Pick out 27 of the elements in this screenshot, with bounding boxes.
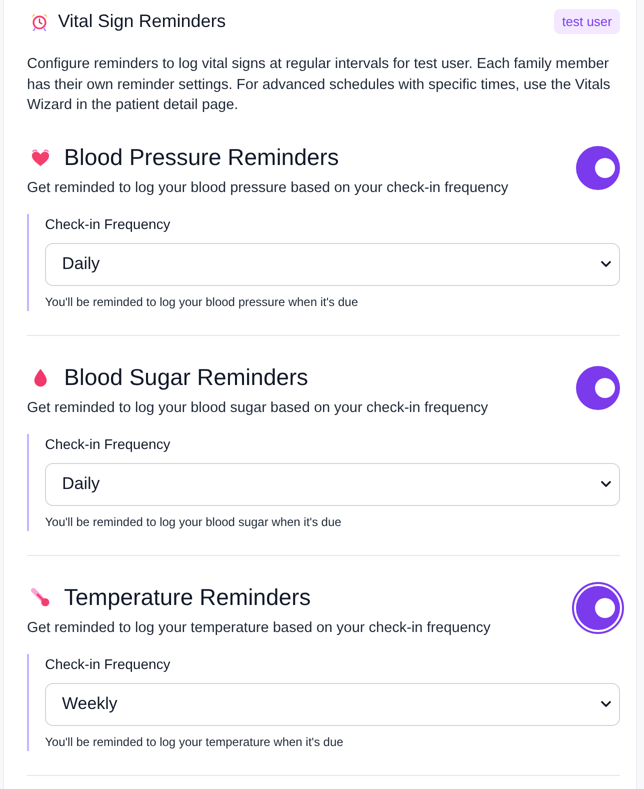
field-label: Check-in Frequency xyxy=(45,654,172,674)
user-badge: test user xyxy=(554,8,620,34)
intro-text: Configure reminders to log vital signs at regular intervals for test user. Each family member has their own reminder settings. For advanced schedules with specific times, use the Vitals Wizard in the patient detail page. xyxy=(27,55,612,115)
reminder-toggle[interactable] xyxy=(572,582,624,634)
reminder-toggle[interactable] xyxy=(576,366,620,410)
heart-icon xyxy=(30,147,51,168)
chevron-down-icon xyxy=(601,261,611,267)
section-description: Get reminded to log your blood pressure based on your check-in frequency xyxy=(27,178,508,198)
field-label: Check-in Frequency xyxy=(45,434,172,454)
section-title: Temperature Reminders xyxy=(64,584,311,611)
page-title: Vital Sign Reminders xyxy=(58,10,226,32)
field-label: Check-in Frequency xyxy=(45,214,172,234)
section-description: Get reminded to log your blood sugar based on your check-in frequency xyxy=(27,398,488,418)
help-text: You'll be reminded to log your blood pressure when it's due xyxy=(45,294,360,310)
frequency-select[interactable]: Weekly xyxy=(45,682,620,726)
chevron-down-icon xyxy=(601,481,611,487)
chevron-down-icon xyxy=(601,701,611,707)
alarm-clock-icon xyxy=(30,12,49,30)
section-title: Blood Sugar Reminders xyxy=(64,364,308,391)
help-text: You'll be reminded to log your temperature when it's due xyxy=(45,734,344,750)
section-description: Get reminded to log your temperature based on your check-in frequency xyxy=(27,618,490,638)
frequency-select[interactable]: Daily xyxy=(45,462,620,506)
help-text: You'll be reminded to log your blood sugar when it's due xyxy=(45,514,342,530)
reminder-toggle[interactable] xyxy=(576,146,620,190)
frequency-select[interactable]: Daily xyxy=(45,242,620,286)
section-title: Blood Pressure Reminders xyxy=(64,144,339,171)
thermometer-icon xyxy=(30,587,51,608)
